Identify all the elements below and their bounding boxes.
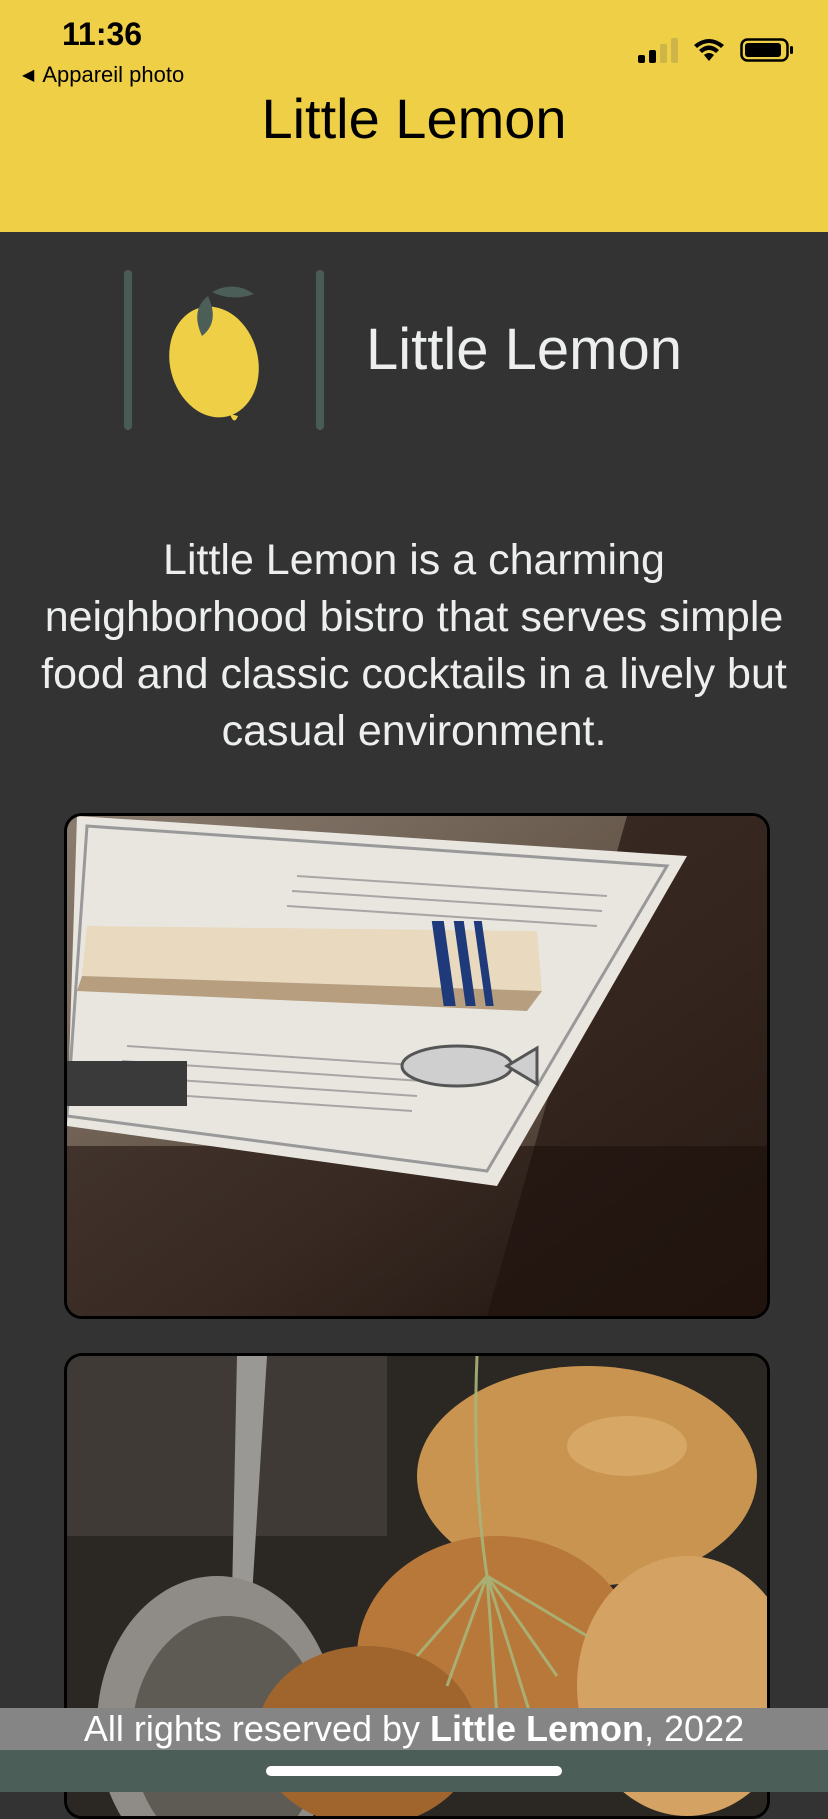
table-setting-photo bbox=[64, 813, 770, 1319]
restaurant-description: Little Lemon is a charming neighborhood … bbox=[41, 536, 787, 755]
footer-prefix: All rights reserved by bbox=[83, 1708, 431, 1749]
footer-brand: Little Lemon bbox=[430, 1708, 645, 1749]
footer: All rights reserved by Little Lemon, 202… bbox=[0, 1708, 828, 1750]
back-to-camera-link[interactable]: ◀ Appareil photo bbox=[22, 62, 184, 88]
app-header: 11:36 ◀ Appareil photo Little Lemon bbox=[0, 0, 828, 232]
back-arrow-icon: ◀ bbox=[22, 67, 35, 84]
lemon-icon bbox=[169, 286, 259, 421]
status-time: 11:36 bbox=[62, 16, 143, 52]
logo-divider-right bbox=[316, 270, 324, 430]
signal-icon bbox=[638, 37, 678, 63]
logo-divider-left bbox=[124, 270, 132, 430]
brand-logo: Little Lemon bbox=[124, 268, 684, 434]
back-link-label: Appareil photo bbox=[42, 62, 185, 87]
header-title: Little Lemon bbox=[261, 87, 567, 150]
battery-icon bbox=[740, 38, 793, 62]
footer-suffix: , 2022 bbox=[644, 1708, 745, 1749]
logo-text: Little Lemon bbox=[366, 317, 682, 382]
wifi-icon bbox=[694, 39, 724, 61]
status-icons bbox=[638, 36, 794, 64]
home-indicator[interactable] bbox=[266, 1766, 562, 1776]
